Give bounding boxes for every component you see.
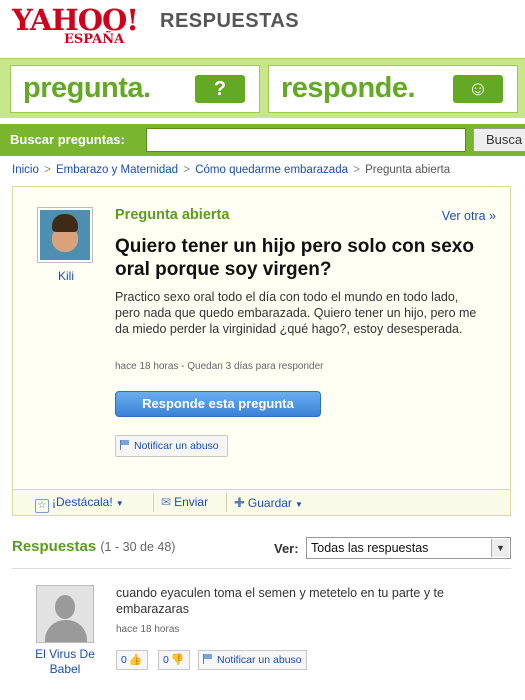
answer-text: cuando eyaculen toma el semen y metetelo… xyxy=(116,586,444,616)
answers-title: Respuestas xyxy=(12,538,97,555)
report-abuse-button[interactable]: Notificar un abuso xyxy=(115,435,228,457)
asker-avatar[interactable] xyxy=(37,207,93,263)
breadcrumb-home[interactable]: Inicio xyxy=(12,164,39,176)
question-meta: hace 18 horas - Quedan 3 días para respo… xyxy=(115,361,324,372)
question-content: Kili Pregunta abierta Ver otra » Quiero … xyxy=(13,187,510,489)
flag-icon xyxy=(120,440,130,450)
ask-banner-label: pregunta. xyxy=(23,72,151,104)
section-title: RESPUESTAS xyxy=(160,10,300,32)
breadcrumb-subcategory[interactable]: Cómo quedarme embarazada xyxy=(195,164,348,176)
star-label: ¡Destácala! xyxy=(52,495,113,509)
report-abuse-label: Notificar un abuso xyxy=(134,440,219,452)
thumbs-up-icon: 👍 xyxy=(128,654,143,666)
thumbs-down-icon: 👎 xyxy=(170,654,185,666)
search-bar: Buscar preguntas: Busca xyxy=(0,124,525,156)
thumbs-down-count: 0 xyxy=(163,654,169,666)
thumbs-down-button[interactable]: 0 👎 xyxy=(158,650,190,670)
search-label: Buscar preguntas: xyxy=(10,132,125,147)
search-button[interactable]: Busca xyxy=(473,128,525,152)
question-title: Quiero tener un hijo pero solo con sexo … xyxy=(115,236,474,280)
avatar-image xyxy=(40,210,90,260)
question-body: Practico sexo oral todo el día con todo … xyxy=(115,290,477,336)
answer-report-abuse-button[interactable]: Notificar un abuso xyxy=(198,650,307,670)
star-button[interactable]: ☆ ¡Destácala! ▼ xyxy=(35,495,124,513)
answer-report-abuse-label: Notificar un abuso xyxy=(217,654,302,666)
ask-banner-button[interactable]: pregunta. ? xyxy=(10,65,260,113)
question-panel: Kili Pregunta abierta Ver otra » Quiero … xyxy=(12,186,511,516)
flag-icon xyxy=(203,654,213,664)
toolbar-divider xyxy=(226,494,227,512)
logo-region-text: ESPAÑA xyxy=(64,32,125,47)
thumbs-up-count: 0 xyxy=(121,654,127,666)
answerer-username[interactable]: El Virus De Babel xyxy=(24,647,106,677)
ask-answer-banner: pregunta. ? responde. ☺ xyxy=(0,58,525,118)
envelope-icon: ✉ xyxy=(161,495,172,509)
view-filter-label: Ver: xyxy=(274,541,299,556)
default-avatar-icon xyxy=(55,595,75,619)
question-status: Pregunta abierta xyxy=(115,207,230,223)
breadcrumb: Inicio > Embarazo y Maternidad > Cómo qu… xyxy=(12,164,450,176)
view-filter-value: Todas las respuestas xyxy=(311,541,429,555)
see-other-link[interactable]: Ver otra » xyxy=(442,209,496,223)
breadcrumb-category[interactable]: Embarazo y Maternidad xyxy=(56,164,178,176)
breadcrumb-separator: > xyxy=(353,164,360,176)
chevron-down-icon: ▼ xyxy=(115,499,124,508)
save-label: Guardar xyxy=(247,496,292,510)
header: YAHOO! ESPAÑA RESPUESTAS xyxy=(0,0,525,50)
star-icon: ☆ xyxy=(35,499,49,513)
answer-question-button[interactable]: Responde esta pregunta xyxy=(115,391,321,417)
send-label: Enviar xyxy=(174,495,209,509)
question-toolbar: ☆ ¡Destácala! ▼ ✉ Enviar ✚ Guardar ▼ xyxy=(13,489,510,515)
chevron-down-icon: ▼ xyxy=(491,539,509,557)
chevron-down-icon: ▼ xyxy=(294,500,303,509)
answers-header: Respuestas (1 - 30 de 48) xyxy=(12,538,175,555)
breadcrumb-separator: > xyxy=(44,164,51,176)
toolbar-divider xyxy=(153,494,154,512)
answer-meta: hace 18 horas xyxy=(116,624,180,635)
answer-banner-button[interactable]: responde. ☺ xyxy=(268,65,518,113)
breadcrumb-separator: > xyxy=(183,164,190,176)
plus-icon: ✚ xyxy=(234,495,245,510)
breadcrumb-current: Pregunta abierta xyxy=(365,164,451,176)
search-input[interactable] xyxy=(146,128,466,152)
send-button[interactable]: ✉ Enviar xyxy=(161,495,208,509)
smiley-icon: ☺ xyxy=(453,75,503,103)
answerer-avatar[interactable] xyxy=(36,585,94,643)
yahoo-logo[interactable]: YAHOO! ESPAÑA xyxy=(12,4,152,48)
view-filter-select[interactable]: Todas las respuestas ▼ xyxy=(306,537,511,559)
divider xyxy=(12,568,511,569)
thumbs-up-button[interactable]: 0 👍 xyxy=(116,650,148,670)
asker-username[interactable]: Kili xyxy=(37,269,95,283)
answer-banner-label: responde. xyxy=(281,72,416,104)
save-button[interactable]: ✚ Guardar ▼ xyxy=(234,495,303,511)
answers-count: (1 - 30 de 48) xyxy=(100,540,176,554)
question-mark-icon: ? xyxy=(195,75,245,103)
